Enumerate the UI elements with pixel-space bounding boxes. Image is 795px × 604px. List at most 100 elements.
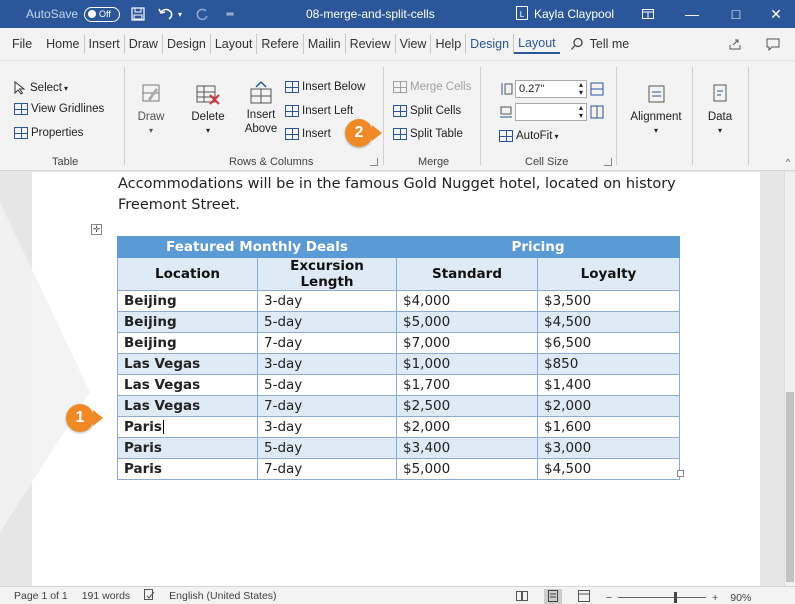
spinner-icon[interactable]: ▴ ▾ xyxy=(579,81,583,97)
body-paragraph[interactable]: Accommodations will be in the famous Gol… xyxy=(118,174,678,216)
table-cell[interactable]: 3-day xyxy=(257,353,397,375)
share-icon[interactable] xyxy=(722,33,748,55)
ribbon-display-icon[interactable] xyxy=(626,0,670,28)
tab-review[interactable]: Review xyxy=(346,34,396,54)
undo-dropdown-icon[interactable]: ▾ xyxy=(176,4,184,24)
autofit-button[interactable]: AutoFit ▾ xyxy=(499,130,558,142)
table-cell[interactable]: $1,700 xyxy=(396,374,538,396)
table-cell[interactable]: Beijing xyxy=(117,290,258,312)
tab-file[interactable]: File xyxy=(8,34,42,54)
alignment-button[interactable]: Alignment ▾ xyxy=(624,83,688,138)
table-cell[interactable]: $2,000 xyxy=(537,395,680,417)
tab-table-layout[interactable]: Layout xyxy=(514,34,560,54)
table-cell[interactable]: $3,400 xyxy=(396,437,538,459)
split-cells-button[interactable]: Split Cells xyxy=(393,105,461,117)
table-cell[interactable]: Beijing xyxy=(117,311,258,333)
delete-button[interactable]: Delete ▾ xyxy=(188,83,228,138)
table-cell[interactable]: Las Vegas xyxy=(117,395,258,417)
zoom-level[interactable]: 90% xyxy=(730,592,751,604)
collapse-ribbon-icon[interactable]: ^ xyxy=(786,157,790,167)
tab-references[interactable]: Refere xyxy=(257,34,304,54)
deals-table[interactable]: Featured Monthly Deals Pricing Location … xyxy=(117,236,680,480)
table-cell[interactable]: $1,000 xyxy=(396,353,538,375)
table-cell[interactable]: Las Vegas xyxy=(117,374,258,396)
table-cell[interactable]: Beijing xyxy=(117,332,258,354)
split-table-button[interactable]: Split Table xyxy=(393,128,463,140)
table-cell[interactable]: $5,000 xyxy=(396,458,538,480)
table-cell[interactable]: 3-day xyxy=(257,416,397,438)
tab-draw[interactable]: Draw xyxy=(125,34,163,54)
table-cell[interactable]: $850 xyxy=(537,353,680,375)
page-count[interactable]: Page 1 of 1 xyxy=(14,590,68,602)
table-cell[interactable]: 7-day xyxy=(257,332,397,354)
table-cell[interactable]: Paris xyxy=(117,437,258,459)
maximize-button[interactable]: □ xyxy=(714,0,758,28)
table-move-handle-icon[interactable]: ✛ xyxy=(91,224,102,235)
table-cell[interactable]: Las Vegas xyxy=(117,353,258,375)
table-cell[interactable]: $4,500 xyxy=(537,458,680,480)
header-cell[interactable]: Loyalty xyxy=(537,257,680,291)
tell-me-search[interactable]: Tell me xyxy=(570,37,629,51)
table-cell[interactable]: $7,000 xyxy=(396,332,538,354)
table-cell[interactable]: Paris xyxy=(117,416,258,438)
zoom-out-button[interactable]: − xyxy=(606,592,612,604)
zoom-slider-thumb[interactable] xyxy=(674,592,678,603)
signin-icon[interactable]: L xyxy=(516,6,528,20)
tab-design[interactable]: Design xyxy=(163,34,211,54)
dialog-launcher-icon[interactable] xyxy=(604,158,612,166)
zoom-in-button[interactable]: + xyxy=(712,592,718,604)
document-page[interactable]: Accommodations will be in the famous Gol… xyxy=(32,172,760,586)
insert-above-button[interactable]: Insert Above xyxy=(240,81,282,136)
table-cell[interactable]: 5-day xyxy=(257,374,397,396)
header-cell[interactable]: Featured Monthly Deals xyxy=(117,236,397,258)
minimize-button[interactable]: — xyxy=(670,0,714,28)
draw-button[interactable]: Draw ▾ xyxy=(134,83,168,138)
table-cell[interactable]: $5,000 xyxy=(396,311,538,333)
table-cell[interactable]: 7-day xyxy=(257,395,397,417)
table-cell[interactable]: 5-day xyxy=(257,311,397,333)
table-cell[interactable]: 5-day xyxy=(257,437,397,459)
table-cell[interactable]: $2,000 xyxy=(396,416,538,438)
table-cell[interactable]: $1,600 xyxy=(537,416,680,438)
tab-home[interactable]: Home xyxy=(42,34,85,54)
header-cell[interactable]: Pricing xyxy=(396,236,680,258)
dialog-launcher-icon[interactable] xyxy=(370,158,378,166)
user-name[interactable]: Kayla Claypool xyxy=(534,7,614,21)
proofing-icon[interactable] xyxy=(144,588,155,603)
print-layout-icon[interactable] xyxy=(544,589,562,604)
distribute-rows-icon[interactable] xyxy=(590,82,604,99)
redo-icon[interactable] xyxy=(192,4,212,24)
table-cell[interactable]: $1,400 xyxy=(537,374,680,396)
table-cell[interactable]: $4,000 xyxy=(396,290,538,312)
spinner-icon[interactable]: ▴ ▾ xyxy=(579,104,583,120)
table-cell[interactable]: $6,500 xyxy=(537,332,680,354)
table-cell[interactable]: 7-day xyxy=(257,458,397,480)
view-gridlines-button[interactable]: View Gridlines xyxy=(14,103,104,115)
read-mode-icon[interactable] xyxy=(516,590,528,604)
merge-cells-button[interactable]: Merge Cells xyxy=(393,81,471,93)
header-cell[interactable]: Standard xyxy=(396,257,538,291)
insert-below-button[interactable]: Insert Below xyxy=(285,81,365,93)
insert-left-button[interactable]: Insert Left xyxy=(285,105,353,117)
table-cell[interactable]: $2,500 xyxy=(396,395,538,417)
row-height-input[interactable]: 0.27" ▴ ▾ xyxy=(515,80,587,98)
tab-help[interactable]: Help xyxy=(431,34,467,54)
table-cell[interactable]: $3,000 xyxy=(537,437,680,459)
tab-layout[interactable]: Layout xyxy=(211,34,258,54)
table-resize-handle[interactable] xyxy=(677,470,684,477)
language[interactable]: English (United States) xyxy=(169,590,276,602)
table-cell[interactable]: $3,500 xyxy=(537,290,680,312)
select-button[interactable]: Select ▾ xyxy=(14,81,68,95)
undo-icon[interactable] xyxy=(156,4,176,24)
data-button[interactable]: Data ▾ xyxy=(700,83,740,138)
save-icon[interactable] xyxy=(128,4,148,24)
autosave-toggle[interactable]: Off xyxy=(84,6,121,22)
header-cell[interactable]: Location xyxy=(117,257,258,291)
tab-mailings[interactable]: Mailin xyxy=(304,34,346,54)
customize-qat-icon[interactable]: ═ xyxy=(220,4,240,24)
distribute-columns-icon[interactable] xyxy=(590,105,604,122)
table-cell[interactable]: Paris xyxy=(117,458,258,480)
header-cell[interactable]: Excursion Length xyxy=(257,257,397,291)
comments-icon[interactable] xyxy=(760,33,786,55)
insert-right-button[interactable]: Insert xyxy=(285,128,331,140)
